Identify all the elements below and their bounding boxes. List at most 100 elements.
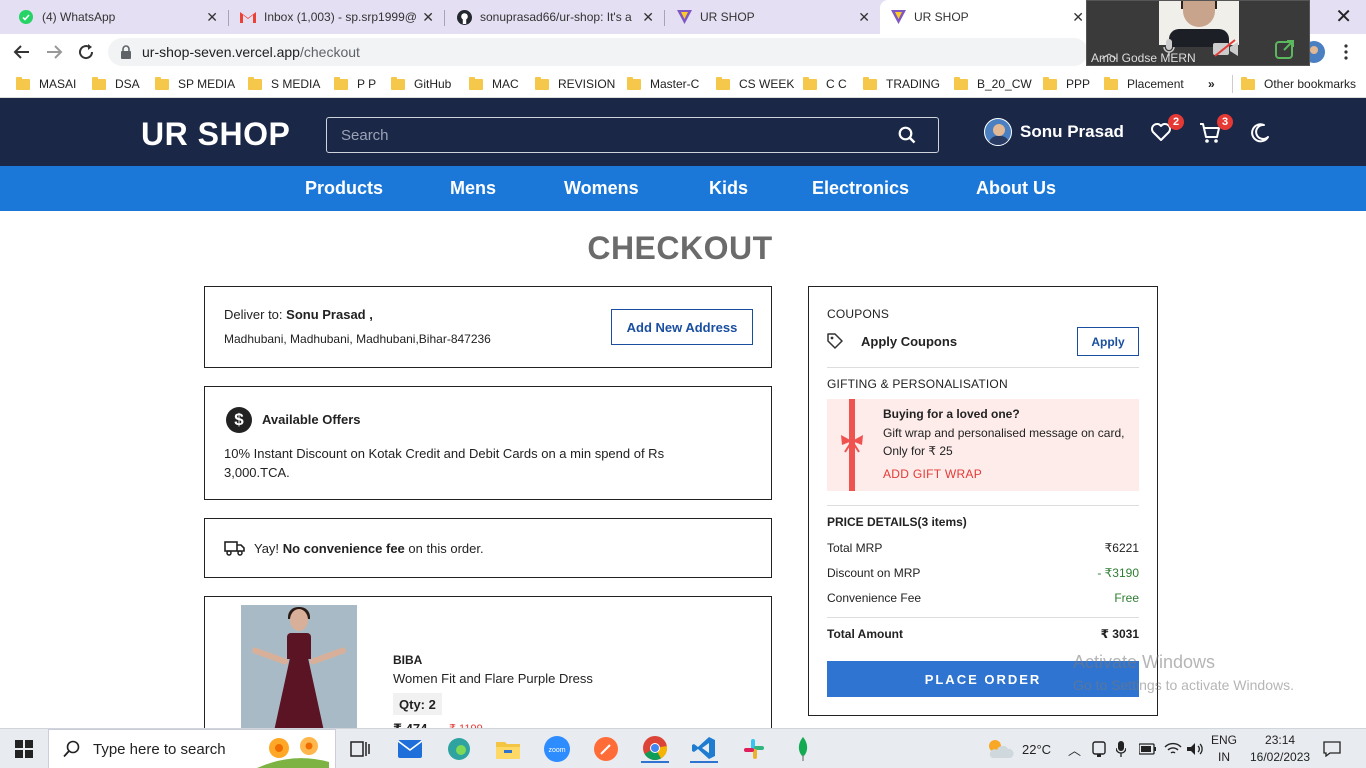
add-gift-wrap-link[interactable]: ADD GIFT WRAP [883,467,982,481]
nav-item-mens[interactable]: Mens [450,178,496,199]
tab-ur-shop-active[interactable]: UR SHOP ✕ [880,0,1094,34]
site-logo[interactable]: UR SHOP [141,116,290,153]
search-icon[interactable] [898,126,916,144]
folder-icon [469,76,483,90]
product-image[interactable] [241,605,357,737]
nav-item-products[interactable]: Products [305,178,383,199]
close-icon[interactable]: ✕ [206,9,218,26]
nav-item-kids[interactable]: Kids [709,178,748,199]
offer-text: 10% Instant Discount on Kotak Credit and… [224,446,665,480]
site-header: UR SHOP Sonu Prasad 2 3 [0,98,1366,166]
bookmarks-overflow-button[interactable]: » [1208,75,1215,93]
nav-item-electronics[interactable]: Electronics [812,178,909,199]
tab-gmail[interactable]: Inbox (1,003) - sp.srp1999@g ✕ [230,0,444,34]
nav-item-womens[interactable]: Womens [564,178,639,199]
window-close-icon[interactable]: ✕ [1335,4,1352,29]
close-icon[interactable]: ✕ [422,9,434,26]
url-bar[interactable]: ur-shop-seven.vercel.app/checkout [108,38,1088,66]
divider [827,367,1139,368]
cart-button[interactable]: 3 [1199,114,1233,146]
close-icon[interactable]: ✕ [642,9,654,26]
taskbar-search[interactable]: Type here to search [48,729,336,768]
search-icon [63,740,80,758]
edge-icon[interactable] [445,735,473,763]
back-icon[interactable] [10,40,34,64]
popout-icon[interactable] [1275,39,1295,64]
bookmark-folder[interactable]: REVISION [535,75,615,93]
close-icon[interactable]: ✕ [1072,9,1084,26]
bookmark-folder[interactable]: SP MEDIA [155,75,235,93]
dollar-icon: $ [226,407,252,433]
input-language[interactable]: ENG IN [1206,732,1242,766]
battery-icon[interactable] [1139,729,1157,768]
slack-icon[interactable] [740,735,768,763]
bookmark-folder[interactable]: CS WEEK [716,75,794,93]
reload-icon[interactable] [74,40,98,64]
mongodb-icon[interactable] [789,735,817,763]
system-clock[interactable]: 23:14 16/02/2023 [1250,732,1310,766]
search-input[interactable] [327,118,867,152]
microphone-icon[interactable] [1116,729,1126,768]
postman-icon[interactable] [592,735,620,763]
product-brand: BIBA [393,653,423,667]
weather-cloud-icon [989,740,1014,758]
quantity-selector[interactable]: Qty: 2 [393,693,442,715]
theme-toggle-button[interactable] [1249,122,1273,146]
forward-icon[interactable] [42,40,66,64]
tab-separator [664,10,665,26]
lock-icon [121,45,131,59]
folder-icon [803,76,817,90]
apply-coupon-button[interactable]: Apply [1077,327,1139,356]
nav-item-about-us[interactable]: About Us [976,178,1056,199]
file-explorer-icon[interactable] [494,735,522,763]
camera-off-icon[interactable] [1213,39,1239,62]
bookmark-folder[interactable]: C C [803,75,847,93]
user-profile[interactable]: Sonu Prasad [984,118,1124,146]
close-icon[interactable]: ✕ [858,9,870,26]
zoom-icon[interactable]: zoom [543,735,571,763]
bookmark-folder[interactable]: DSA [92,75,140,93]
tab-ur-shop[interactable]: UR SHOP ✕ [666,0,880,34]
vite-icon [890,9,906,25]
bookmark-folder[interactable]: GitHub [391,75,451,93]
folder-icon [248,76,262,90]
bookmark-folder[interactable]: MAC [469,75,519,93]
bookmark-folder[interactable]: P P [334,75,376,93]
wifi-icon[interactable] [1164,729,1182,768]
folder-icon [92,76,106,90]
bookmark-folder[interactable]: Placement [1104,75,1184,93]
chrome-icon[interactable] [641,735,669,763]
wishlist-button[interactable]: 2 [1150,114,1184,146]
price-details-title: PRICE DETAILS(3 items) [827,515,967,529]
other-bookmarks[interactable]: Other bookmarks [1232,75,1356,93]
notification-icon[interactable] [1323,729,1341,768]
bookmark-folder[interactable]: PPP [1043,75,1090,93]
video-call-overlay[interactable]: ︿ Amol Godse MERN [1086,0,1310,66]
delivery-card: Deliver to: Sonu Prasad , Madhubani, Mad… [204,286,772,368]
tab-whatsapp[interactable]: (4) WhatsApp ✕ [8,0,228,34]
mail-icon[interactable] [396,735,424,763]
folder-icon [334,76,348,90]
windows-start-icon[interactable] [10,735,38,763]
bookmark-folder[interactable]: MASAI [16,75,76,93]
bookmark-folder[interactable]: B_20_CW [954,75,1032,93]
windows-taskbar: Type here to search zoom 22°C ︿ ENG IN 2… [0,728,1366,768]
add-new-address-button[interactable]: Add New Address [611,309,753,345]
tab-github[interactable]: sonuprasad66/ur-shop: It's a ✕ [446,0,664,34]
deliver-to: Deliver to: Sonu Prasad , [224,307,373,322]
clock-date: 16/02/2023 [1250,750,1311,764]
tray-chevron-icon[interactable]: ︿ [1068,729,1081,768]
deliver-name: Sonu Prasad , [286,307,373,322]
vscode-icon[interactable] [690,735,718,763]
bookmark-folder[interactable]: S MEDIA [248,75,320,93]
network-usage-icon[interactable] [1092,729,1106,768]
menu-dots-icon[interactable] [1334,40,1358,64]
price-row-convenience-fee: Convenience Fee Free [827,591,1139,605]
bookmark-folder[interactable]: TRADING [863,75,940,93]
weather-widget[interactable]: 22°C [986,729,1051,768]
volume-icon[interactable] [1186,729,1204,768]
bookmark-folder[interactable]: Master-C [627,75,699,93]
bookmarks-bar: MASAI DSA SP MEDIA S MEDIA P P GitHub MA… [0,70,1366,98]
cart-count-badge: 3 [1217,114,1233,130]
task-view-icon[interactable] [346,735,374,763]
